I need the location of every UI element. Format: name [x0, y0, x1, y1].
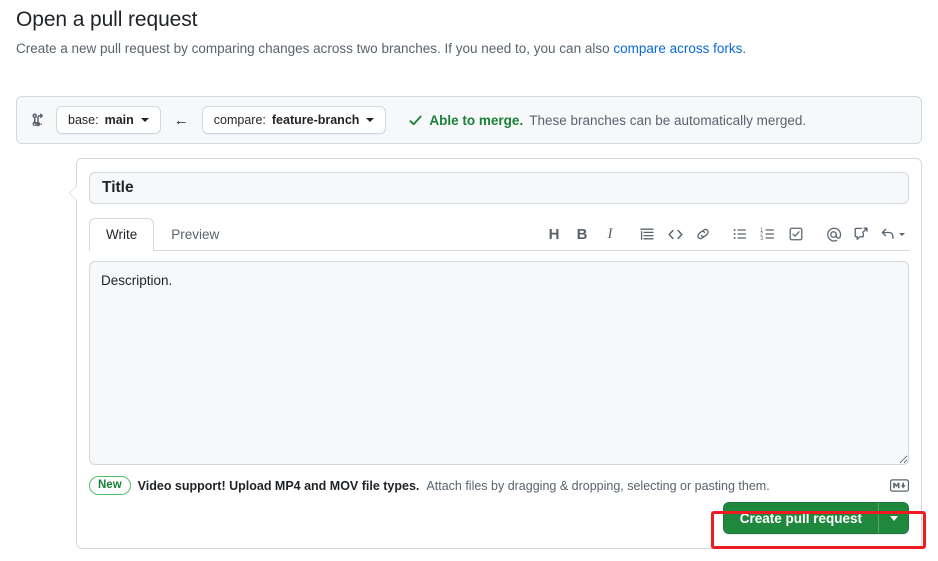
attachment-hint-bold: Video support! Upload MP4 and MOV file t…	[137, 478, 420, 493]
chevron-down-icon	[140, 118, 149, 122]
git-compare-icon	[29, 112, 46, 129]
submit-row: Create pull request	[722, 502, 909, 534]
bold-icon[interactable]: B	[568, 221, 596, 247]
create-pull-request-button-group: Create pull request	[722, 502, 909, 534]
page-subtitle-suffix: .	[742, 41, 747, 56]
editor-tabs: Write Preview	[89, 218, 236, 251]
compare-branch-prefix: compare:	[213, 113, 266, 127]
reference-icon[interactable]	[847, 221, 875, 247]
heading-icon[interactable]: H	[540, 221, 568, 247]
markdown-toolbar: H B I 1 2 3	[540, 221, 909, 247]
page-title: Open a pull request	[16, 8, 198, 31]
compare-across-forks-link[interactable]: compare across forks	[613, 41, 742, 56]
code-icon[interactable]	[661, 221, 689, 247]
chevron-down-icon	[366, 118, 375, 122]
italic-icon[interactable]: I	[596, 221, 624, 247]
create-pull-request-button[interactable]: Create pull request	[723, 503, 878, 533]
base-branch-name: main	[104, 113, 134, 127]
merge-status-text: These branches can be automatically merg…	[529, 112, 807, 128]
tab-preview[interactable]: Preview	[154, 218, 236, 251]
tab-write[interactable]: Write	[89, 218, 155, 251]
quote-icon[interactable]	[633, 221, 661, 247]
markdown-icon[interactable]	[890, 479, 909, 492]
compare-branch-select[interactable]: compare: feature-branch	[201, 106, 387, 134]
unordered-list-icon[interactable]	[726, 221, 754, 247]
task-list-icon[interactable]	[782, 221, 810, 247]
page-header: Open a pull request Create a new pull re…	[16, 6, 926, 59]
base-branch-select[interactable]: base: main	[56, 106, 161, 134]
create-pull-request-dropdown-button[interactable]	[878, 503, 908, 533]
compare-branch-name: feature-branch	[271, 113, 360, 127]
pull-request-form-card: Write Preview H B I	[69, 158, 922, 549]
check-icon	[408, 113, 423, 128]
svg-text:3: 3	[760, 236, 763, 242]
base-branch-prefix: base:	[68, 113, 99, 127]
chevron-down-icon	[898, 232, 905, 236]
saved-replies-icon[interactable]	[875, 221, 909, 247]
merge-status-strong: Able to merge.	[429, 112, 524, 128]
page-subtitle-text: Create a new pull request by comparing c…	[16, 41, 614, 56]
branch-compare-bar: base: main ← compare: feature-branch Abl…	[16, 96, 922, 144]
attachment-hint-text: Attach files by dragging & dropping, sel…	[426, 478, 770, 493]
new-badge: New	[89, 476, 131, 495]
pr-title-input[interactable]	[89, 172, 909, 204]
link-icon[interactable]	[689, 221, 717, 247]
page-subtitle: Create a new pull request by comparing c…	[16, 39, 926, 59]
direction-arrow-icon: ←	[173, 111, 189, 129]
attachment-hint: New Video support! Upload MP4 and MOV fi…	[89, 476, 909, 495]
ordered-list-icon[interactable]: 1 2 3	[754, 221, 782, 247]
merge-status: Able to merge. These branches can be aut…	[408, 113, 806, 128]
editor-tabs-row: Write Preview H B I 1 2 3	[89, 218, 909, 251]
pr-description-textarea[interactable]	[89, 261, 909, 465]
mention-icon[interactable]	[819, 221, 847, 247]
chevron-down-icon	[889, 515, 898, 521]
card-pointer-arrow	[69, 185, 85, 201]
